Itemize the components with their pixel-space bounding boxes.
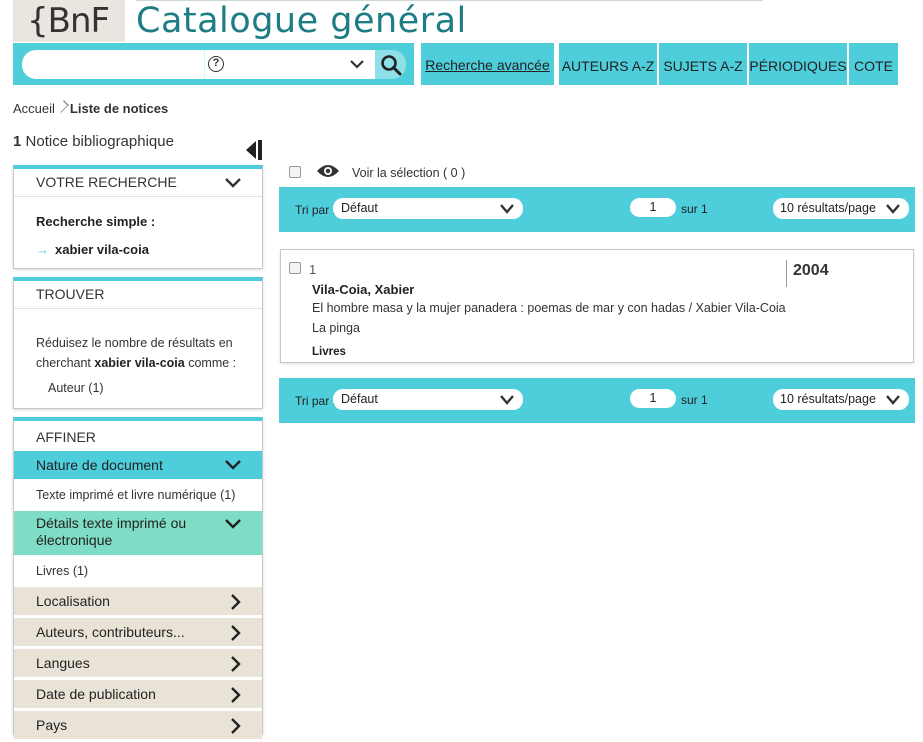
logo-text: {BnF (27, 1, 110, 41)
votre-recherche-panel: VOTRE RECHERCHE Recherche simple : → xabi… (13, 165, 263, 269)
facet-label: Nature de document (36, 457, 163, 473)
chevron-down-icon (225, 519, 241, 529)
chevron-down-icon (500, 395, 514, 405)
trouver-panel: TROUVER Réduisez le nombre de résultats … (13, 277, 263, 409)
sort-value: Défaut (341, 392, 378, 406)
search-query-text: xabier vila-coia (55, 242, 149, 257)
page-total: sur 1 (681, 393, 708, 407)
result-count: 1 Notice bibliographique (13, 133, 174, 150)
facet-value-livres[interactable]: Livres (1) (14, 555, 262, 587)
collapse-sidebar-icon[interactable] (244, 139, 264, 161)
facet-label: Détails texte imprimé ou électronique (36, 515, 187, 548)
chevron-down-icon (500, 204, 514, 214)
results-per-page-select[interactable]: 10 résultats/page (773, 198, 909, 219)
bnf-logo[interactable]: {BnF (13, 0, 125, 42)
facet-nature-document[interactable]: Nature de document (14, 451, 262, 479)
nav-periodiques[interactable]: PÉRIODIQUES (749, 43, 847, 85)
notice-checkbox[interactable] (289, 262, 301, 274)
search-icon (381, 55, 402, 76)
trouver-header: TROUVER (14, 281, 262, 309)
votre-recherche-header[interactable]: VOTRE RECHERCHE (14, 169, 262, 197)
view-selection-link[interactable]: Voir la sélection ( 0 ) (352, 166, 465, 180)
facet-localisation[interactable]: Localisation (14, 587, 262, 615)
breadcrumb: Accueil Liste de notices (13, 101, 168, 116)
results-per-page-value: 10 résultats/page (780, 201, 876, 215)
chevron-right-icon (231, 718, 241, 734)
eye-icon[interactable] (316, 163, 340, 179)
results-per-page-select[interactable]: 10 résultats/page (773, 389, 909, 410)
notice-author[interactable]: Vila-Coia, Xabier (312, 282, 414, 297)
selection-row: Voir la sélection ( 0 ) (289, 164, 465, 180)
votre-recherche-title: VOTRE RECHERCHE (36, 174, 177, 190)
chevron-down-icon (350, 60, 364, 69)
facet-label: Auteurs, contributeurs... (36, 624, 185, 640)
trouver-term: xabier vila-coia (94, 356, 185, 370)
sort-bar-bottom: Tri par : Défaut 1 sur 1 10 résultats/pa… (279, 378, 915, 423)
trouver-text-after: comme : (188, 356, 237, 370)
sort-select[interactable]: Défaut (333, 389, 523, 410)
notice-type: Livres (312, 346, 346, 358)
chevron-right-icon (231, 625, 241, 641)
select-all-checkbox[interactable] (289, 165, 301, 178)
notice-item: 1 Vila-Coia, Xabier El hombre masa y la … (280, 249, 914, 363)
facet-langues[interactable]: Langues (14, 649, 262, 677)
facet-date-publication[interactable]: Date de publication (14, 680, 262, 708)
facet-label: Langues (36, 655, 90, 671)
sort-select[interactable]: Défaut (333, 198, 523, 219)
page-total: sur 1 (681, 202, 708, 216)
chevron-down-icon (886, 395, 900, 405)
nav-auteurs[interactable]: AUTEURS A-Z (559, 43, 657, 85)
trouver-author-link[interactable]: Auteur (1) (48, 381, 104, 395)
site-title[interactable]: Catalogue général (136, 0, 467, 42)
chevron-right-icon (231, 656, 241, 672)
chevron-down-icon (225, 460, 241, 470)
search-type-label: Recherche simple : (36, 214, 156, 229)
chevron-down-icon (886, 204, 900, 214)
notice-year: 2004 (793, 262, 829, 279)
affiner-title: AFFINER (36, 429, 96, 445)
sort-label: Tri par : (295, 203, 336, 217)
page-number-input[interactable]: 1 (630, 198, 676, 217)
facet-label: Localisation (36, 593, 110, 609)
facet-label: Date de publication (36, 686, 156, 702)
sort-bar-top: Tri par : Défaut 1 sur 1 10 résultats/pa… (279, 187, 915, 232)
arrow-right-icon: → (36, 242, 49, 257)
search-button[interactable] (375, 50, 406, 79)
nav-cote[interactable]: COTE (849, 43, 898, 85)
notice-publisher: La pinga (312, 321, 360, 335)
sort-label: Tri par : (295, 394, 336, 408)
chevron-right-icon (231, 594, 241, 610)
help-icon[interactable]: ? (208, 56, 224, 72)
search-bar: ? (13, 43, 414, 85)
result-count-label: Notice bibliographique (25, 133, 174, 150)
breadcrumb-current: Liste de notices (69, 101, 169, 116)
page-number-input[interactable]: 1 (630, 389, 676, 408)
result-count-number: 1 (13, 133, 22, 150)
breadcrumb-separator-icon (59, 101, 65, 115)
search-scope-select[interactable]: ? (204, 50, 375, 79)
chevron-right-icon (231, 687, 241, 703)
facet-pays[interactable]: Pays (14, 711, 262, 739)
results-per-page-value: 10 résultats/page (780, 392, 876, 406)
facet-value-texte-imprime[interactable]: Texte imprimé et livre numérique (1) (14, 479, 262, 511)
search-query[interactable]: → xabier vila-coia (36, 242, 149, 257)
nav-sujets[interactable]: SUJETS A-Z (659, 43, 747, 85)
breadcrumb-home[interactable]: Accueil (13, 101, 55, 116)
notice-divider (786, 260, 787, 287)
facet-details-texte[interactable]: Détails texte imprimé ou électronique (14, 511, 262, 555)
search-input[interactable] (22, 50, 204, 79)
trouver-description: Réduisez le nombre de résultats en cherc… (36, 333, 246, 373)
notice-index: 1 (309, 262, 317, 277)
trouver-title: TROUVER (36, 286, 105, 302)
chevron-down-icon (225, 178, 241, 188)
notice-title[interactable]: El hombre masa y la mujer panadera : poe… (312, 301, 786, 315)
facet-auteurs[interactable]: Auteurs, contributeurs... (14, 618, 262, 646)
sort-value: Défaut (341, 201, 378, 215)
advanced-search-link[interactable]: Recherche avancée (421, 43, 554, 85)
facet-label: Pays (36, 717, 68, 733)
affiner-panel: AFFINER Nature de document Texte imprimé… (13, 417, 263, 739)
